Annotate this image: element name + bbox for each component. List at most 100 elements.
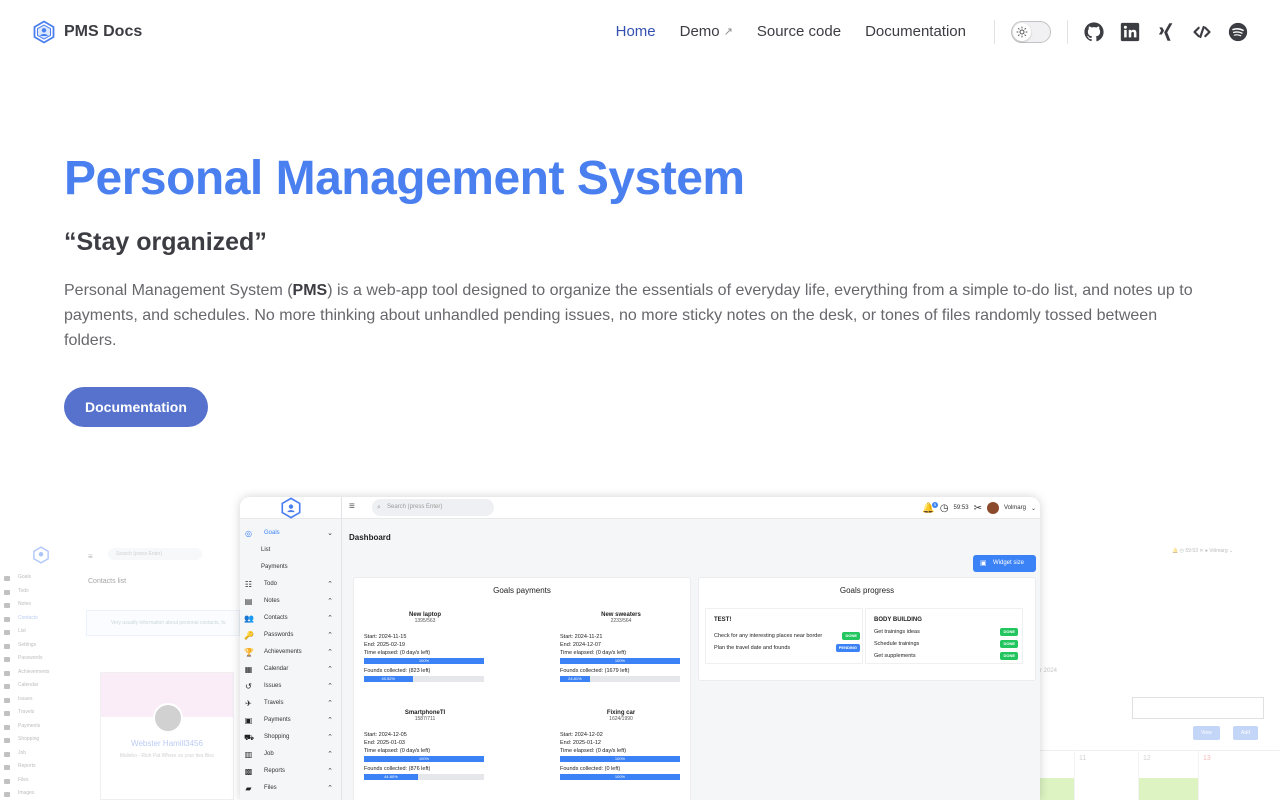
nav-link-documentation[interactable]: Documentation [853, 0, 978, 64]
sidebar-item-payments[interactable]: ▣ Payments ⌃ [240, 712, 341, 729]
chevron-up-icon: ⌃ [327, 581, 333, 588]
widget-size-button[interactable]: ▣ Widget size [973, 555, 1036, 572]
sidebar-subitem-payments[interactable]: Payments [240, 559, 341, 576]
sidebar-item-label: Files [264, 785, 277, 791]
sidebar-item-calendar[interactable]: ▦ Calendar ⌃ [240, 661, 341, 678]
search-input[interactable]: ⌕ Search (press Enter) [372, 499, 494, 516]
goal-time-label: Time elapsed: (0 day/s left) [364, 748, 431, 754]
brand[interactable]: PMS Docs [32, 20, 142, 44]
goal-funds-label: Founds collected: (0 left) [560, 766, 621, 772]
folder-icon: ▰ [245, 784, 252, 793]
goal-time-label: Time elapsed: (0 day/s left) [560, 650, 627, 656]
goal-todo-item: Check for any interesting places near bo… [706, 630, 862, 642]
background-sidebar: Goals Todo Notes Contacts List Settings … [0, 574, 80, 800]
github-icon[interactable] [1084, 22, 1104, 42]
goal-start: Start: 2024-11-21 [560, 634, 603, 640]
goal-amount: 2233/564 [610, 618, 632, 624]
sidebar-item-shopping[interactable]: ⛟ Shopping ⌃ [240, 729, 341, 746]
report-icon: ▩ [244, 767, 253, 776]
documentation-button[interactable]: Documentation [64, 387, 208, 427]
search-input: Search (press Enter) [108, 548, 202, 560]
codepen-icon[interactable] [1192, 22, 1212, 42]
widget-title: Goals payments [493, 586, 551, 595]
nav-link-demo-label: Demo [679, 23, 720, 40]
sidebar-item-label: Goals [264, 530, 280, 536]
status-badge: PENDING [835, 644, 860, 652]
chevron-up-icon: ⌃ [327, 683, 333, 690]
goal-payment-card: New laptop 1395/563 Start: 2024-11-15 En… [364, 612, 486, 685]
linkedin-icon[interactable] [1120, 22, 1140, 42]
sidebar-item-travels[interactable]: ✈ Travels ⌃ [240, 695, 341, 712]
goal-start: Start: 2024-12-05 [364, 732, 407, 738]
nav-link-home[interactable]: Home [604, 0, 668, 64]
funds-progress-bar: 40.52% [364, 676, 484, 682]
nav-divider [994, 20, 995, 44]
widget-size-label: Widget size [993, 560, 1025, 566]
bg-calendar-day: 11 [1074, 751, 1138, 800]
chevron-down-icon[interactable]: ⌄ [1031, 505, 1036, 512]
time-progress-bar: 100% [364, 756, 484, 762]
sidebar-item-todo[interactable]: ☷ Todo ⌃ [240, 576, 341, 593]
bg-calendar-day: 13 [1198, 751, 1280, 800]
goal-time-label: Time elapsed: (0 day/s left) [560, 748, 627, 754]
chevron-up-icon: ⌃ [327, 734, 333, 741]
hamburger-icon[interactable]: ≡ [349, 501, 355, 512]
spotify-icon[interactable] [1228, 22, 1248, 42]
goal-start: Start: 2024-12-02 [560, 732, 603, 738]
chevron-up-icon: ⌃ [327, 700, 333, 707]
trophy-icon: 🏆 [244, 648, 254, 657]
theme-toggle[interactable] [1011, 21, 1051, 43]
sidebar-subitem-list[interactable]: List [240, 542, 341, 559]
contacts-icon: 👥 [244, 614, 254, 623]
session-timer: 59:53 [953, 505, 969, 511]
time-progress-bar: 100% [560, 756, 680, 762]
bg-page-title: Contacts list [88, 578, 127, 585]
goals-icon: ◎ [245, 529, 252, 538]
bg-sidebar-item: Contacts [0, 615, 80, 629]
bg-year-label: r 2024 [1040, 668, 1058, 674]
chevron-up-icon: ⌃ [327, 717, 333, 724]
search-placeholder: Search (press Enter) [387, 504, 443, 510]
sidebar-item-label: Contacts [264, 615, 288, 621]
notification-badge: 5 [931, 501, 938, 508]
progress-label: 100% [418, 658, 430, 663]
nav-link-demo[interactable]: Demo ↗ [668, 0, 745, 64]
app-sidebar: ◎ Goals ⌄ List Payments ☷ Todo ⌃ ▤ Notes ⌃ 👥 Co… [240, 525, 341, 797]
money-icon: ▣ [244, 716, 253, 725]
avatar [153, 703, 183, 733]
chevron-up-icon: ⌃ [327, 598, 333, 605]
sidebar-item-reports[interactable]: ▩ Reports ⌃ [240, 763, 341, 780]
chevron-up-icon: ⌃ [327, 785, 333, 792]
bg-calendar-day: 12 [1138, 751, 1198, 800]
sidebar-item-goals[interactable]: ◎ Goals ⌄ [240, 525, 341, 542]
sidebar-item-label: Passwords [264, 632, 294, 638]
bg-calendar-event [1040, 778, 1074, 800]
sidebar-item-contacts[interactable]: 👥 Contacts ⌃ [240, 610, 341, 627]
hero-section: Personal Management System “Stay organiz… [64, 150, 1214, 427]
plane-icon: ✈ [245, 699, 252, 708]
bg-sidebar-item: Goals [0, 574, 80, 588]
sidebar-item-achievements[interactable]: 🏆 Achievements ⌃ [240, 644, 341, 661]
sidebar-item-files[interactable]: ▰ Files ⌃ [240, 780, 341, 797]
progress-label: 44.80% [384, 774, 398, 779]
xing-icon[interactable] [1156, 22, 1176, 42]
sidebar-item-job[interactable]: ▥ Job ⌃ [240, 746, 341, 763]
nav-link-source-code-label: Source code [756, 23, 842, 40]
search-icon: ⌕ [377, 504, 381, 511]
avatar[interactable] [986, 502, 999, 514]
tools-icon[interactable]: ✂ [974, 503, 982, 514]
sidebar-item-notes[interactable]: ▤ Notes ⌃ [240, 593, 341, 610]
time-progress-bar: 100% [560, 658, 680, 664]
status-badge: DONE [842, 632, 860, 640]
goal-funds-label: Founds collected: (1679 left) [560, 668, 630, 674]
history-icon: ↺ [245, 682, 252, 691]
sidebar-item-label: Shopping [264, 734, 290, 740]
todo-item-text: Get supplements [874, 653, 916, 659]
user-name[interactable]: Volmarg [1004, 505, 1026, 511]
chevron-up-icon: ⌃ [327, 632, 333, 639]
sidebar-item-issues[interactable]: ↺ Issues ⌃ [240, 678, 341, 695]
nav-link-source-code[interactable]: Source code [745, 0, 853, 64]
background-screenshot-contacts: ≡ Search (press Enter) Goals Todo Notes … [0, 540, 240, 800]
bell-icon[interactable]: 🔔 5 [922, 501, 938, 514]
sidebar-item-passwords[interactable]: 🔑 Passwords ⌃ [240, 627, 341, 644]
